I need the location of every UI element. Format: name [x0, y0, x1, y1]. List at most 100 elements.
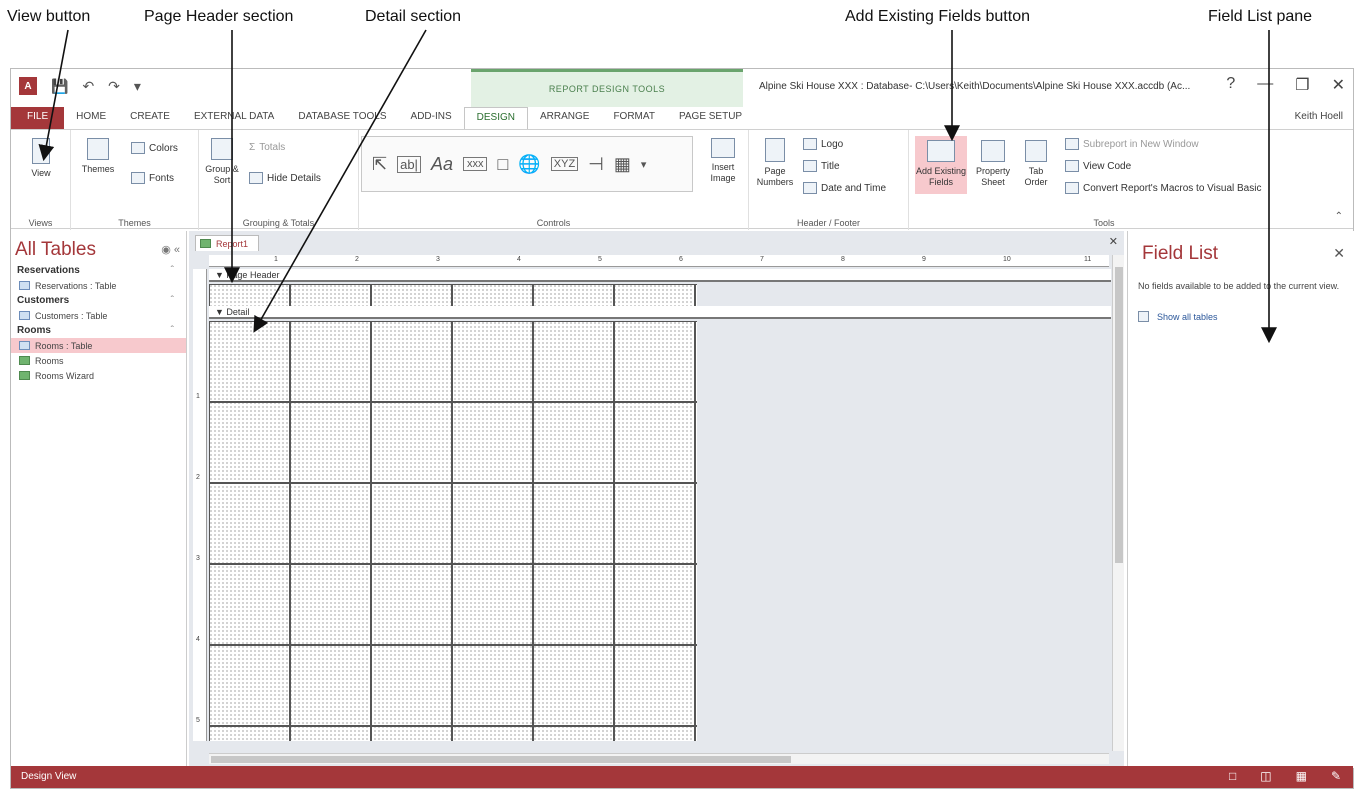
date-time-button[interactable]: Date and Time [803, 182, 886, 194]
tab-design[interactable]: DESIGN [463, 107, 528, 129]
property-sheet-button[interactable]: Property Sheet [973, 140, 1013, 188]
tab-arrange[interactable]: ARRANGE [528, 107, 601, 129]
page-header-grid[interactable] [209, 284, 697, 306]
hyperlink-icon[interactable]: 🌐 [518, 154, 540, 175]
tab-format[interactable]: FORMAT [601, 107, 666, 129]
convert-macros-button[interactable]: Convert Report's Macros to Visual Basic [1065, 182, 1261, 194]
nav-item-rooms-report[interactable]: Rooms [11, 353, 186, 368]
fonts-button[interactable]: Fonts [131, 172, 174, 184]
horizontal-scrollbar[interactable] [209, 753, 1109, 764]
save-icon[interactable]: 💾 [51, 78, 68, 95]
page-break-icon[interactable]: ⊣ [588, 154, 604, 175]
ruler-number: 4 [517, 256, 521, 263]
report-icon [19, 371, 30, 380]
user-account[interactable]: Keith Hoell [1295, 111, 1343, 122]
tab-file[interactable]: FILE [11, 107, 65, 129]
select-pointer-icon[interactable]: ⇱ [372, 154, 387, 175]
tab-database-tools[interactable]: DATABASE TOOLS [286, 107, 398, 129]
window-controls: ? — ❐ ✕ [1226, 75, 1345, 95]
colors-button[interactable]: Colors [131, 142, 178, 154]
option-group-icon[interactable]: XYZ [550, 157, 579, 171]
view-code-button[interactable]: View Code [1065, 160, 1131, 172]
textbox-icon[interactable]: ab| [397, 155, 421, 173]
vertical-scroll-thumb[interactable] [1115, 267, 1123, 563]
detail-section-bar[interactable]: ▼ Detail [209, 306, 1111, 319]
page-numbers-button[interactable]: Page Numbers [753, 138, 797, 188]
tab-external-data[interactable]: EXTERNAL DATA [182, 107, 286, 129]
property-sheet-icon [981, 140, 1005, 162]
ruler-number: 10 [1003, 256, 1011, 263]
nav-item-customers-table[interactable]: Customers : Table [11, 308, 186, 323]
totals-button[interactable]: Σ Totals [249, 142, 285, 153]
field-list-close-icon[interactable]: ✕ [1333, 245, 1345, 262]
redo-icon[interactable]: ↷ [108, 78, 120, 95]
chart-control-icon[interactable]: ▦ [614, 154, 631, 175]
tab-create[interactable]: CREATE [118, 107, 182, 129]
logo-icon [803, 138, 817, 150]
group-sort-button[interactable]: Group & Sort [205, 138, 239, 186]
themes-button[interactable]: Themes [77, 138, 119, 175]
show-tables-icon [1138, 311, 1149, 322]
property-sheet-label: Property Sheet [975, 166, 1010, 187]
collapse-ribbon-icon[interactable]: ⌃ [1335, 211, 1343, 222]
page-header-section-bar[interactable]: ▼ Page Header [209, 269, 1111, 282]
nav-item-reservations-table[interactable]: Reservations : Table [11, 278, 186, 293]
tab-add-ins[interactable]: ADD-INS [399, 107, 464, 129]
tab-control-icon[interactable]: □ [497, 154, 508, 175]
document-tab[interactable]: Report1 [195, 235, 259, 251]
layout-view-icon[interactable]: ▦ [1296, 769, 1307, 783]
date-time-label: Date and Time [821, 182, 887, 194]
themes-icon [87, 138, 109, 160]
ribbon: View Views Themes Colors Fonts Themes Gr… [11, 129, 1353, 230]
vertical-ruler: 1 2 3 4 5 [193, 269, 207, 741]
more-controls-icon[interactable]: ▾ [641, 158, 647, 171]
tools-group-label: Tools [1093, 218, 1115, 228]
nav-item-rooms-table[interactable]: Rooms : Table [11, 338, 186, 353]
undo-icon[interactable]: ↶ [82, 78, 94, 95]
page-numbers-icon [765, 138, 785, 162]
title-label: Title [821, 160, 840, 172]
close-icon[interactable]: ✕ [1332, 75, 1345, 95]
field-list-message: No fields available to be added to the c… [1138, 281, 1340, 291]
controls-gallery[interactable]: ⇱ ab| Aa xxx □ 🌐 XYZ ⊣ ▦ ▾ [361, 136, 693, 192]
tab-order-button[interactable]: Tab Order [1019, 140, 1053, 188]
vertical-scrollbar[interactable] [1112, 255, 1124, 751]
help-icon[interactable]: ? [1226, 75, 1235, 95]
label-icon[interactable]: Aa [431, 154, 453, 175]
restore-icon[interactable]: ❐ [1295, 75, 1309, 95]
document-close-icon[interactable]: ✕ [1109, 235, 1118, 248]
view-button[interactable]: View [21, 138, 61, 179]
horizontal-scroll-thumb[interactable] [211, 756, 791, 763]
design-view-icon[interactable]: ✎ [1331, 769, 1341, 783]
shutter-bar-icon[interactable]: « [174, 244, 180, 256]
page-header-label: Page Header [226, 270, 280, 280]
nav-menu-icon[interactable]: ◉ [161, 244, 171, 256]
nav-group-customers[interactable]: Customers ˆ [11, 293, 186, 308]
report-view-icon[interactable]: □ [1229, 769, 1236, 783]
nav-group-rooms[interactable]: Rooms ˆ [11, 323, 186, 338]
print-preview-icon[interactable]: ◫ [1260, 769, 1271, 783]
show-all-tables-label: Show all tables [1157, 311, 1218, 322]
nav-item-rooms-wizard[interactable]: Rooms Wizard [11, 368, 186, 383]
detail-grid[interactable] [209, 321, 697, 741]
ruler-number: 2 [355, 256, 359, 263]
report-design-area: Report1 ✕ 1 2 3 4 5 6 7 8 9 10 11 1 2 3 … [189, 231, 1124, 768]
minimize-icon[interactable]: — [1257, 75, 1273, 95]
hide-details-button[interactable]: Hide Details [249, 172, 321, 184]
ruler-number: 1 [196, 393, 200, 400]
logo-button[interactable]: Logo [803, 138, 843, 150]
add-existing-fields-button[interactable]: Add Existing Fields [915, 136, 967, 194]
title-button[interactable]: Title [803, 160, 840, 172]
nav-title[interactable]: All Tables [15, 239, 96, 261]
subreport-button[interactable]: Subreport in New Window [1065, 138, 1199, 150]
nav-item-label: Customers : Table [35, 310, 108, 321]
button-control-icon[interactable]: xxx [462, 157, 488, 171]
customize-toolbar-icon[interactable]: ▾ [134, 78, 141, 95]
collapse-icon: ˆ [170, 265, 174, 276]
nav-group-reservations[interactable]: Reservations ˆ [11, 263, 186, 278]
tab-home[interactable]: HOME [64, 107, 118, 129]
insert-image-button[interactable]: Insert Image [701, 138, 745, 184]
show-all-tables-link[interactable]: Show all tables [1138, 311, 1218, 322]
tab-page-setup[interactable]: PAGE SETUP [667, 107, 754, 129]
status-bar: Design View □ ◫ ▦ ✎ [11, 766, 1353, 788]
